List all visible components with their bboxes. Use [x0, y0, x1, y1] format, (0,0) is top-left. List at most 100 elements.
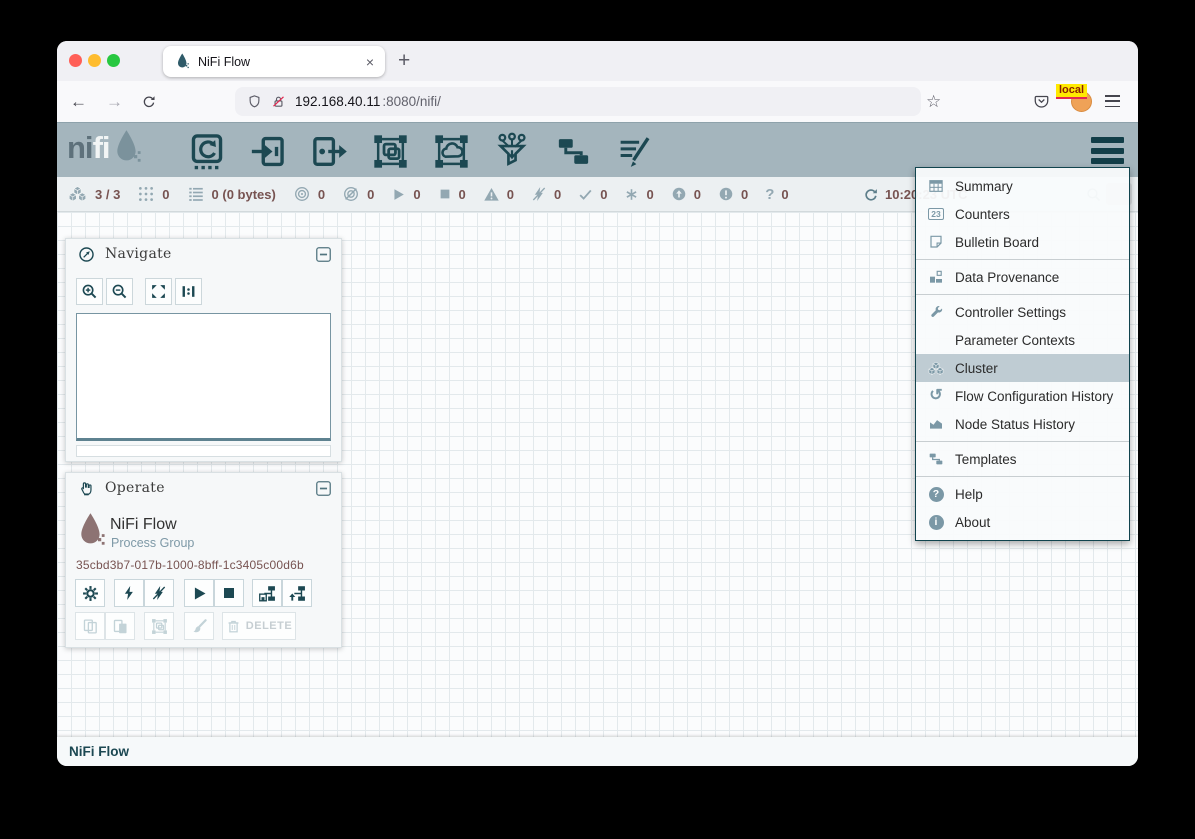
tab-bar: NiFi Flow × +: [57, 41, 1138, 81]
insecure-lock-icon[interactable]: [271, 94, 286, 109]
paste-button[interactable]: [105, 612, 135, 640]
operate-title: Operate: [105, 480, 165, 496]
zoom-in-button[interactable]: [76, 278, 103, 305]
navigate-title: Navigate: [105, 246, 172, 262]
nifi-drop-icon: [113, 129, 141, 166]
copy-button[interactable]: [75, 612, 105, 640]
cluster-cubes-icon: [926, 361, 946, 376]
disabled-icon: [531, 186, 547, 202]
wrench-icon: [926, 305, 946, 320]
menu-item-data-provenance[interactable]: Data Provenance: [916, 263, 1129, 291]
counters-icon: 23: [926, 208, 946, 221]
stat-transmitting: 0: [293, 185, 325, 203]
browser-tab[interactable]: NiFi Flow ×: [163, 46, 385, 77]
disable-button[interactable]: [144, 579, 174, 607]
traffic-close-button[interactable]: [69, 54, 82, 67]
operate-buttons-row-1: [75, 579, 312, 607]
stat-locally-modified: 0: [624, 187, 653, 202]
traffic-minimize-button[interactable]: [88, 54, 101, 67]
minimap-scrollbar[interactable]: [76, 445, 331, 457]
menu-item-controller-settings[interactable]: Controller Settings: [916, 298, 1129, 326]
menu-item-about[interactable]: iAbout: [916, 508, 1129, 536]
traffic-zoom-button[interactable]: [107, 54, 120, 67]
remote-process-group-component-icon[interactable]: [431, 131, 471, 171]
menu-item-help[interactable]: ?Help: [916, 480, 1129, 508]
menu-item-parameter-contexts[interactable]: Parameter Contexts: [916, 326, 1129, 354]
menu-item-templates[interactable]: Templates: [916, 445, 1129, 473]
create-template-button[interactable]: [252, 579, 282, 607]
enable-button[interactable]: [114, 579, 144, 607]
logo-text-fi: fi: [93, 130, 110, 166]
stat-queued: 0 (0 bytes): [187, 185, 276, 203]
selected-flow-id: 35cbd3b7-017b-1000-8bff-1c3405c00d6b: [76, 558, 304, 572]
stopped-icon: [438, 187, 452, 201]
operate-header: Operate: [66, 473, 341, 503]
breadcrumb[interactable]: NiFi Flow: [57, 737, 1138, 766]
input-port-component-icon[interactable]: [248, 131, 288, 171]
bookmark-star-icon[interactable]: ☆: [926, 81, 941, 122]
invalid-icon: [483, 186, 500, 203]
tab-title: NiFi Flow: [198, 55, 250, 69]
processor-component-icon[interactable]: [187, 131, 227, 171]
back-button[interactable]: ←: [70, 81, 87, 122]
breadcrumb-root-label[interactable]: NiFi Flow: [69, 744, 129, 759]
nifi-logo: nifi: [67, 129, 141, 166]
menu-item-counters[interactable]: 23Counters: [916, 200, 1129, 228]
zoom-out-button[interactable]: [106, 278, 133, 305]
stat-up-to-date: 0: [578, 187, 607, 202]
upload-template-button[interactable]: [282, 579, 312, 607]
locally-modified-stale-icon: [718, 186, 734, 202]
firefox-menu-icon[interactable]: [1105, 95, 1120, 107]
configure-button[interactable]: [75, 579, 105, 607]
menu-item-node-status-history[interactable]: Node Status History: [916, 410, 1129, 438]
label-component-icon[interactable]: [614, 131, 654, 171]
menu-separator: [916, 441, 1129, 442]
up-to-date-icon: [578, 187, 593, 202]
start-button[interactable]: [184, 579, 214, 607]
shield-icon[interactable]: [247, 94, 262, 109]
delete-button[interactable]: DELETE: [222, 612, 296, 640]
url-bar[interactable]: 192.168.40.11:8080/nifi/: [235, 87, 921, 116]
reload-button[interactable]: [141, 81, 157, 122]
tab-close-icon[interactable]: ×: [366, 54, 374, 70]
template-component-icon[interactable]: [553, 131, 593, 171]
url-host: 192.168.40.11: [295, 94, 380, 109]
output-port-component-icon[interactable]: [309, 131, 349, 171]
forward-button[interactable]: →: [106, 81, 123, 122]
new-tab-button[interactable]: +: [398, 44, 410, 78]
global-menu: Summary 23Counters Bulletin Board Data P…: [915, 167, 1130, 541]
zoom-fit-button[interactable]: [145, 278, 172, 305]
birdseye-minimap[interactable]: [76, 313, 331, 441]
zoom-actual-size-button[interactable]: [175, 278, 202, 305]
group-button[interactable]: [144, 612, 174, 640]
change-color-button[interactable]: [184, 612, 214, 640]
process-group-component-icon[interactable]: [370, 131, 410, 171]
stat-stale: 0: [671, 186, 701, 202]
stat-sync-failure: ?0: [765, 186, 788, 203]
refresh-icon[interactable]: [863, 187, 879, 203]
stop-button[interactable]: [214, 579, 244, 607]
menu-item-summary[interactable]: Summary: [916, 172, 1129, 200]
operate-panel: Operate NiFi Flow Process Group 35cbd3b7…: [65, 472, 342, 648]
global-menu-button[interactable]: [1091, 137, 1124, 164]
compass-icon: [78, 246, 95, 263]
locally-modified-icon: [624, 187, 639, 202]
url-path: :8080/nifi/: [382, 94, 441, 109]
logo-text-ni: ni: [67, 130, 93, 166]
operate-collapse-button[interactable]: [315, 480, 332, 497]
menu-item-flow-configuration-history[interactable]: ↺Flow Configuration History: [916, 382, 1129, 410]
pocket-icon[interactable]: [1033, 93, 1050, 110]
cluster-icon: [67, 185, 88, 203]
navigate-controls: [76, 278, 205, 305]
component-toolbar: [187, 131, 654, 171]
navigate-header: Navigate: [66, 239, 341, 269]
stat-disabled: 0: [531, 186, 561, 202]
navigate-collapse-button[interactable]: [315, 246, 332, 263]
menu-item-bulletin-board[interactable]: Bulletin Board: [916, 228, 1129, 256]
queued-icon: [187, 185, 205, 203]
about-icon: i: [926, 515, 946, 530]
menu-item-cluster[interactable]: Cluster: [916, 354, 1129, 382]
funnel-component-icon[interactable]: [492, 131, 532, 171]
area-chart-icon: [926, 416, 946, 432]
menu-separator: [916, 294, 1129, 295]
